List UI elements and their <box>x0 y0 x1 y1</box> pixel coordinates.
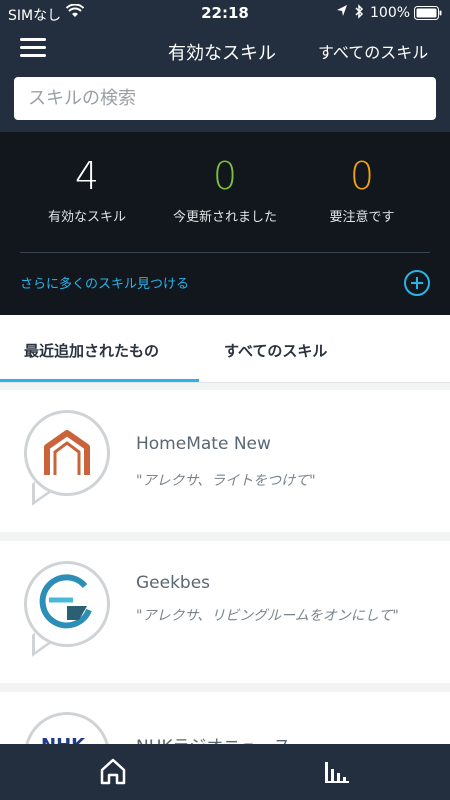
add-circle-icon[interactable] <box>404 270 430 296</box>
stat-attention-value: 0 <box>349 154 375 198</box>
battery-icon <box>414 6 442 24</box>
house-logo-icon <box>24 410 110 496</box>
header: SIMなし 22:18 100% 有効なスキル すべてのスキル <box>0 0 450 132</box>
home-icon[interactable] <box>98 756 128 786</box>
skill-name: Geekbes <box>136 573 211 593</box>
skill-phrase: "アレクサ、ライトをつけて" <box>136 473 316 489</box>
activity-icon[interactable] <box>324 760 350 784</box>
nav-bar: 有効なスキル すべてのスキル <box>0 26 450 74</box>
stat-attention-label: 要注意です <box>329 210 395 225</box>
hamburger-menu-icon[interactable] <box>20 38 46 58</box>
stats-panel: 4 有効なスキル 0 今更新されました 0 要注意です さらに多くのスキル見つけ… <box>0 132 450 315</box>
battery-percentage: 100% <box>370 5 411 21</box>
skill-card-nhk[interactable]: NHK NHKラジオニュース <box>0 692 450 752</box>
skill-tabs: 最近追加されたもの すべてのスキル <box>0 315 450 383</box>
stat-updated-value: 0 <box>212 154 238 198</box>
bluetooth-icon <box>354 4 364 23</box>
stat-enabled-value: 4 <box>74 154 100 198</box>
stat-enabled-label: 有効なスキル <box>47 210 126 225</box>
tab-recently-added[interactable]: 最近追加されたもの <box>24 340 159 361</box>
skill-card-geekbes[interactable]: Geekbes "アレクサ、リビングルームをオンにして" <box>0 541 450 683</box>
all-skills-link[interactable]: すべてのスキル <box>318 39 428 63</box>
stat-updated-label: 今更新されました <box>172 210 277 225</box>
skill-phrase: "アレクサ、リビングルームをオンにして" <box>136 608 399 624</box>
status-bar: SIMなし 22:18 100% <box>0 0 450 26</box>
stat-updated: 0 今更新されました <box>150 154 300 225</box>
bottom-tab-bar <box>0 744 450 800</box>
stat-enabled: 4 有効なスキル <box>12 154 162 225</box>
tab-all-skills[interactable]: すべてのスキル <box>224 340 327 361</box>
app-screen: SIMなし 22:18 100% 有効なスキル すべてのスキル 4 <box>0 0 450 800</box>
stat-attention: 0 要注意です <box>287 154 437 225</box>
skill-card-homemate[interactable]: HomeMate New "アレクサ、ライトをつけて" <box>0 390 450 532</box>
geekbes-logo-icon <box>24 561 110 647</box>
page-title: 有効なスキル <box>168 43 276 64</box>
divider <box>20 252 430 253</box>
active-tab-indicator <box>0 379 199 382</box>
discover-more-skills-link[interactable]: さらに多くのスキル見つける <box>20 273 189 292</box>
skill-name: HomeMate New <box>136 434 271 454</box>
location-icon <box>336 4 348 22</box>
search-input[interactable] <box>14 77 436 120</box>
